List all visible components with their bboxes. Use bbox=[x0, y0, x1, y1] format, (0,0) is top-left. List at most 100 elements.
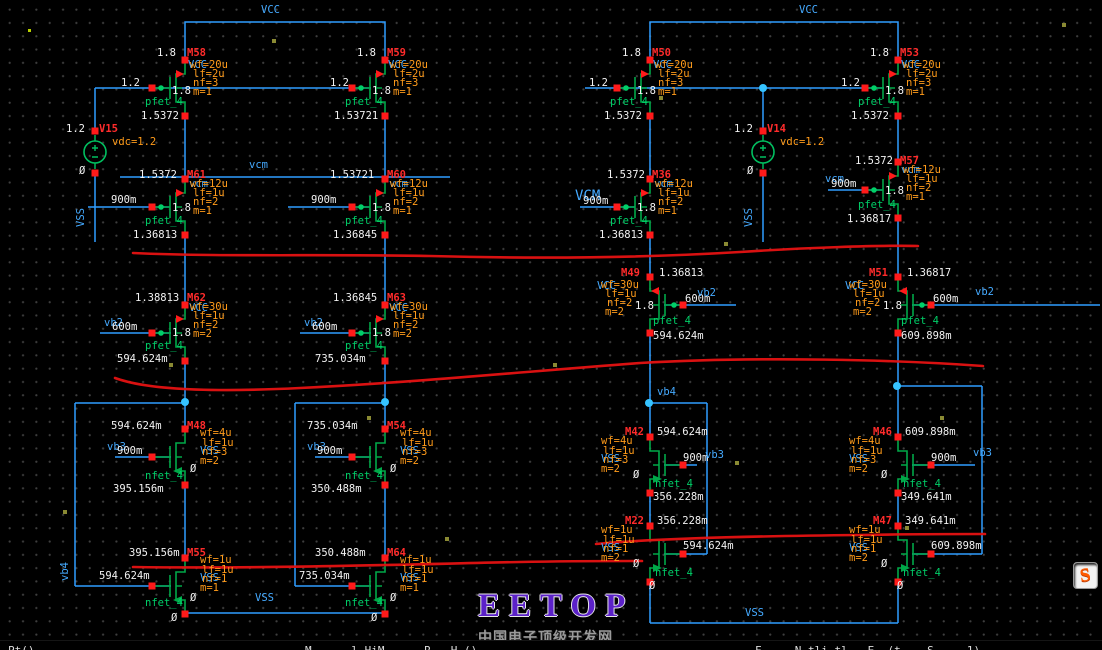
net-label-vb2[interactable]: vb2 bbox=[975, 288, 994, 297]
cell-name: pfet_4 bbox=[145, 217, 183, 226]
drain-voltage: 350.488m bbox=[315, 549, 366, 558]
net-label-vb3[interactable]: vb3 bbox=[705, 451, 724, 460]
param-m: m=2 bbox=[853, 308, 872, 317]
param-m: m=1 bbox=[658, 207, 677, 216]
gate-voltage: 1.2 bbox=[589, 79, 608, 88]
source-voltage: 609.898m bbox=[901, 332, 952, 341]
cell-name: pfet_4 bbox=[858, 98, 896, 107]
bulk-voltage: Ø bbox=[881, 560, 887, 569]
bulk-voltage: Ø bbox=[390, 594, 396, 603]
drain-voltage: 1.36813 bbox=[659, 269, 703, 278]
cell-name: pfet_4 bbox=[653, 317, 691, 326]
status-bar: Pt() M l HiM R H () F N tli tl E (t S 1) bbox=[0, 640, 1102, 650]
net-label-vcm[interactable]: vcm bbox=[249, 161, 268, 170]
net-label-vcc-left[interactable]: VCC bbox=[261, 6, 280, 15]
drain-voltage: 1.8 bbox=[157, 49, 176, 58]
cell-name: nfet_4 bbox=[145, 599, 183, 608]
badge-letter: S bbox=[1079, 564, 1093, 587]
drain-voltage: 1.8 bbox=[622, 49, 641, 58]
net-label-vb4-left[interactable]: vb4 bbox=[61, 562, 70, 581]
instance-name[interactable]: M49 bbox=[621, 269, 640, 278]
param-m: m=2 bbox=[849, 465, 868, 474]
bulk-voltage: Ø bbox=[633, 560, 639, 569]
source-voltage: Ø bbox=[171, 614, 177, 623]
marker-line-4 bbox=[596, 534, 985, 544]
bulk-voltage: 1.8 bbox=[372, 204, 391, 213]
gate-voltage: 735.034m bbox=[299, 572, 350, 581]
gate-voltage: 900m bbox=[831, 180, 856, 189]
gate-voltage: 609.898m bbox=[931, 542, 982, 551]
source-voltage: 1.36813 bbox=[599, 231, 643, 240]
instance-name[interactable]: M50 bbox=[652, 49, 671, 58]
instance-name[interactable]: M58 bbox=[187, 49, 206, 58]
param-m: m=1 bbox=[193, 207, 212, 216]
param-vdc: vdc=1.2 bbox=[780, 138, 824, 147]
virtuoso-schematic-canvas[interactable]: VCC VCC vcm vb4 VSS VSS VSS VSS vb4 1.2 V15 vdc=1.2… bbox=[0, 0, 1102, 650]
cell-name: nfet_4 bbox=[655, 480, 693, 489]
net-label-vb2[interactable]: vb2 bbox=[697, 289, 716, 298]
forum-attachment-badge: S bbox=[1073, 562, 1098, 589]
source-voltage: 594.624m bbox=[117, 355, 168, 364]
drain-voltage: 594.624m bbox=[657, 428, 708, 437]
bulk-voltage: 1.8 bbox=[637, 204, 656, 213]
source-voltage: Ø bbox=[897, 582, 903, 591]
cell-name: nfet_4 bbox=[345, 599, 383, 608]
cell-name: nfet_4 bbox=[655, 569, 693, 578]
drain-voltage: 609.898m bbox=[905, 428, 956, 437]
net-label-vss-right[interactable]: VSS bbox=[745, 609, 764, 618]
param-m: m=2 bbox=[605, 308, 624, 317]
gate-voltage: 900m bbox=[311, 196, 336, 205]
source-voltage: 356.228m bbox=[653, 493, 704, 502]
bulk-voltage: Ø bbox=[881, 471, 887, 480]
bulk-voltage: 1.8 bbox=[172, 204, 191, 213]
cell-name: pfet_4 bbox=[610, 217, 648, 226]
node-voltage-zero: Ø bbox=[747, 167, 753, 176]
param-m: m=2 bbox=[393, 330, 412, 339]
gate-voltage: 594.624m bbox=[99, 572, 150, 581]
net-label-vss-left[interactable]: VSS bbox=[255, 594, 274, 603]
gate-voltage: 600m bbox=[312, 323, 337, 332]
bulk-voltage: Ø bbox=[190, 594, 196, 603]
marker-line-1 bbox=[133, 246, 918, 258]
gate-voltage: 1.2 bbox=[841, 79, 860, 88]
status-right: F N tli tl E (t S 1) bbox=[755, 644, 980, 650]
instance-name[interactable]: M53 bbox=[900, 49, 919, 58]
bulk-voltage: Ø bbox=[390, 465, 396, 474]
gate-voltage: 900m bbox=[111, 196, 136, 205]
drain-voltage: 395.156m bbox=[129, 549, 180, 558]
gate-voltage: 900m bbox=[317, 447, 342, 456]
net-label-vss-v14[interactable]: VSS bbox=[745, 208, 754, 227]
instance-name[interactable]: V14 bbox=[767, 125, 786, 134]
instance-name[interactable]: M59 bbox=[387, 49, 406, 58]
drain-voltage: 735.034m bbox=[307, 422, 358, 431]
param-m: m=2 bbox=[601, 465, 620, 474]
source-voltage: Ø bbox=[649, 582, 655, 591]
cell-name: pfet_4 bbox=[345, 217, 383, 226]
net-label-vcc-right[interactable]: VCC bbox=[799, 6, 818, 15]
drain-voltage: 594.624m bbox=[111, 422, 162, 431]
param-m: m=2 bbox=[601, 554, 620, 563]
schematic-wires[interactable] bbox=[75, 22, 1100, 623]
gate-voltage: 1.2 bbox=[121, 79, 140, 88]
source-voltage: 350.488m bbox=[311, 485, 362, 494]
marker-line-2 bbox=[115, 359, 983, 390]
net-label-vb3[interactable]: vb3 bbox=[973, 449, 992, 458]
instance-name[interactable]: V15 bbox=[99, 125, 118, 134]
param-m: m=1 bbox=[393, 207, 412, 216]
bulk-voltage: 1.8 bbox=[883, 302, 902, 311]
param-m: m=1 bbox=[906, 193, 925, 202]
gate-voltage: 900m bbox=[583, 197, 608, 206]
gate-voltage: 594.624m bbox=[683, 542, 734, 551]
net-label-vb4-mid[interactable]: vb4 bbox=[657, 388, 676, 397]
net-label-vss-v15[interactable]: VSS bbox=[77, 208, 86, 227]
status-center: M l HiM R H () bbox=[305, 644, 477, 650]
drain-voltage: 1.38813 bbox=[135, 294, 179, 303]
param-m: m=2 bbox=[200, 457, 219, 466]
junction-dots bbox=[181, 84, 901, 407]
drain-voltage: 1.53721 bbox=[330, 171, 374, 180]
cell-name: pfet_4 bbox=[145, 98, 183, 107]
source-node-voltage: 1.2 bbox=[734, 125, 753, 134]
instance-name[interactable]: M51 bbox=[869, 269, 888, 278]
source-voltage: 349.641m bbox=[901, 493, 952, 502]
cell-name: nfet_4 bbox=[145, 472, 183, 481]
